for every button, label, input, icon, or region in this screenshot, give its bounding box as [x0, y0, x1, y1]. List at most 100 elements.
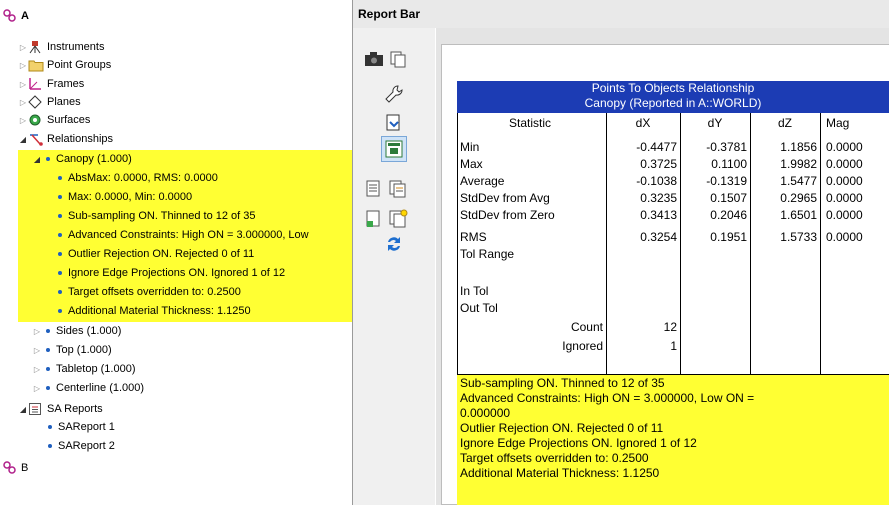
wrench-icon[interactable]: [383, 83, 405, 105]
tol-range-label: Tol Range: [460, 247, 515, 261]
tree-item-sareport-1[interactable]: SAReport 1: [44, 418, 115, 436]
value-dy: -0.3781: [706, 140, 747, 154]
canopy-detail-item[interactable]: Sub-sampling ON. Thinned to 12 of 35: [54, 207, 256, 225]
expand-icon[interactable]: ▷: [32, 384, 42, 393]
value-dy: 0.2046: [710, 208, 747, 222]
canopy-detail-item[interactable]: AbsMax: 0.0000, RMS: 0.0000: [54, 169, 218, 187]
tree-item-sareport-2[interactable]: SAReport 2: [44, 437, 115, 455]
value-mag: 0.0000: [826, 174, 863, 188]
ignored-value: 1: [670, 339, 677, 353]
collapse-icon[interactable]: ◢: [18, 135, 28, 144]
tree-item-b[interactable]: B: [2, 459, 28, 477]
tree-item-canopy[interactable]: ◢ Canopy (1.000): [32, 150, 132, 168]
value-dx: 0.3725: [640, 157, 677, 171]
column-divider: [820, 113, 821, 374]
value-mag: 0.0000: [826, 230, 863, 244]
refresh-icon[interactable]: [383, 233, 405, 255]
tree-item-a[interactable]: A: [2, 7, 29, 25]
value-dx: -0.4477: [636, 140, 677, 154]
note-line: Sub-sampling ON. Thinned to 12 of 35: [460, 376, 665, 390]
tree-label-sareport-1: SAReport 1: [58, 421, 115, 433]
count-value: 12: [663, 320, 677, 334]
bullet-icon: [58, 214, 62, 218]
value-dx: 0.3254: [640, 230, 677, 244]
canopy-detail-item[interactable]: Ignore Edge Projections ON. Ignored 1 of…: [54, 264, 285, 282]
header-mag: Mag: [826, 116, 850, 130]
tree-item-sides[interactable]: ▷ Sides (1.000): [32, 322, 122, 340]
canopy-detail-item[interactable]: Outlier Rejection ON. Rejected 0 of 11: [54, 245, 254, 263]
new-multi-report-icon[interactable]: [387, 208, 409, 230]
value-mag: 0.0000: [826, 157, 863, 171]
tree-label-point-groups: Point Groups: [47, 59, 112, 71]
report-subtitle: Canopy (Reported in A::WORLD): [584, 96, 762, 110]
instrument-icon: [28, 40, 44, 54]
canopy-detail-item[interactable]: Advanced Constraints: High ON = 3.000000…: [54, 226, 309, 244]
value-dx: -0.1038: [636, 174, 677, 188]
folder-icon: [28, 58, 44, 72]
note-line: Advanced Constraints: High ON = 3.000000…: [460, 391, 755, 405]
collection-icon: [2, 9, 18, 23]
report-notes: Sub-sampling ON. Thinned to 12 of 35 Adv…: [457, 374, 889, 505]
bullet-icon: [58, 195, 62, 199]
value-dz: 0.2965: [780, 191, 817, 205]
relationship-bullet-icon: [46, 348, 50, 352]
value-dz: 1.5733: [780, 230, 817, 244]
value-dz: 1.5477: [780, 174, 817, 188]
row-label: Average: [460, 174, 505, 188]
tree-item-planes[interactable]: ▷ Planes: [18, 93, 81, 111]
tree-item-frames[interactable]: ▷ Frames: [18, 75, 84, 93]
value-dy: -0.1319: [706, 174, 747, 188]
plane-icon: [28, 95, 44, 109]
tree-item-relationships[interactable]: ◢ Relationships: [18, 130, 113, 148]
row-label: StdDev from Avg: [460, 191, 550, 205]
canopy-detail-item[interactable]: Target offsets overridden to: 0.2500: [54, 283, 241, 301]
relationship-bullet-icon: [46, 386, 50, 390]
note-line: 0.000000: [460, 406, 511, 420]
bullet-icon: [58, 233, 62, 237]
canopy-detail-item[interactable]: Max: 0.0000, Min: 0.0000: [54, 188, 192, 206]
tree-label-b: B: [21, 462, 29, 474]
add-report-icon[interactable]: [363, 208, 385, 230]
tree-item-point-groups[interactable]: ▷ Point Groups: [18, 56, 111, 74]
tree-label-surfaces: Surfaces: [47, 114, 91, 126]
report-list-icon[interactable]: [363, 178, 385, 200]
expand-icon[interactable]: ▷: [32, 346, 42, 355]
relationship-bullet-icon: [46, 367, 50, 371]
row-label: Min: [460, 140, 480, 154]
canopy-detail-label: Additional Material Thickness: 1.1250: [68, 305, 251, 317]
tree-label-sides: Sides (1.000): [56, 325, 122, 337]
tree-item-centerline[interactable]: ▷ Centerline (1.000): [32, 379, 144, 397]
relationship-icon: [28, 132, 44, 146]
expand-icon[interactable]: ▷: [32, 365, 42, 374]
expand-icon[interactable]: ▷: [18, 116, 28, 125]
report-view-icon[interactable]: [381, 136, 407, 162]
tree-item-instruments[interactable]: ▷ Instruments: [18, 38, 104, 56]
canopy-detail-label: Advanced Constraints: High ON = 3.000000…: [68, 229, 309, 241]
expand-icon[interactable]: ▷: [18, 98, 28, 107]
count-label: Count: [570, 320, 603, 334]
value-mag: 0.0000: [826, 140, 863, 154]
row-label: RMS: [460, 230, 487, 244]
camera-icon[interactable]: [363, 48, 385, 70]
row-label: StdDev from Zero: [460, 208, 555, 222]
report-bar-toolbar: [353, 28, 435, 505]
copy-icon[interactable]: [387, 48, 409, 70]
value-dz: 1.6501: [780, 208, 817, 222]
ignored-label: Ignored: [562, 339, 603, 353]
tree-label-top: Top (1.000): [56, 344, 112, 356]
expand-icon[interactable]: ▷: [18, 43, 28, 52]
expand-icon[interactable]: ▷: [32, 327, 42, 336]
tree-item-top[interactable]: ▷ Top (1.000): [32, 341, 112, 359]
tree-item-sa-reports[interactable]: ◢ SA Reports: [18, 400, 103, 418]
value-dx: 0.3235: [640, 191, 677, 205]
multi-report-icon[interactable]: [387, 178, 409, 200]
collapse-icon[interactable]: ◢: [32, 155, 42, 164]
report-edit-icon[interactable]: [383, 112, 405, 134]
expand-icon[interactable]: ▷: [18, 80, 28, 89]
expand-icon[interactable]: ▷: [18, 61, 28, 70]
tree-item-tabletop[interactable]: ▷ Tabletop (1.000): [32, 360, 136, 378]
tree-item-surfaces[interactable]: ▷ Surfaces: [18, 111, 91, 129]
surface-icon: [28, 113, 44, 127]
canopy-detail-item[interactable]: Additional Material Thickness: 1.1250: [54, 302, 251, 320]
collapse-icon[interactable]: ◢: [18, 405, 28, 414]
